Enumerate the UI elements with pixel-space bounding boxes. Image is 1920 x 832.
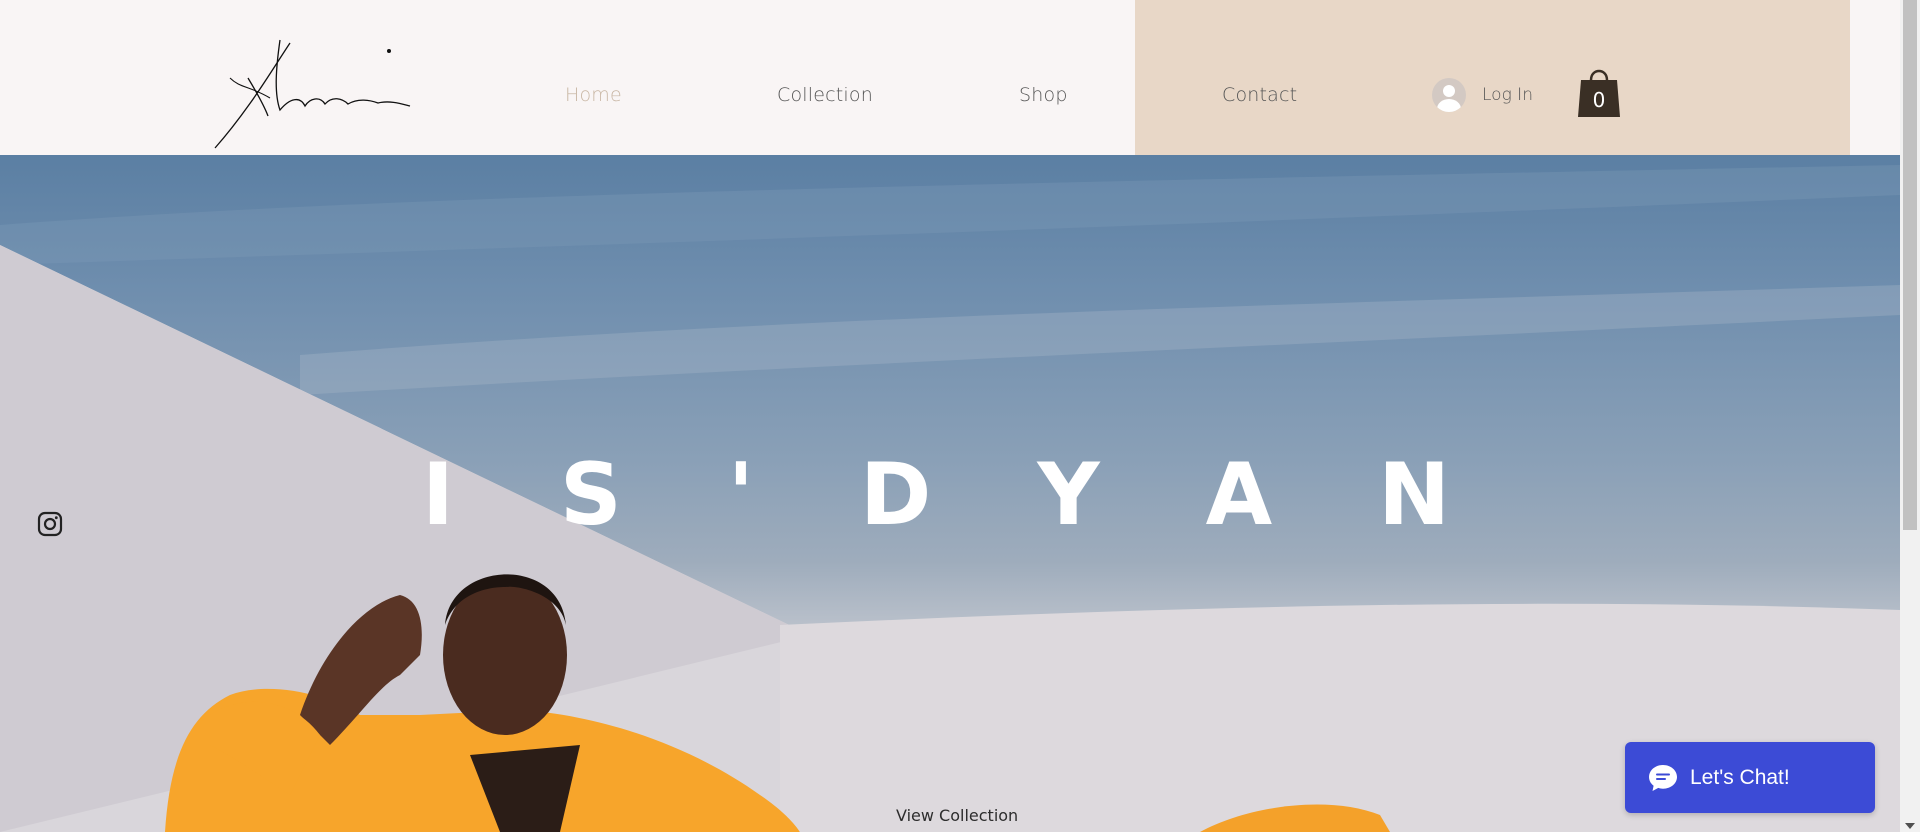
nav-contact[interactable]: Contact <box>1222 84 1297 106</box>
site-header: Home Collection Shop Contact Log In 0 <box>0 0 1900 155</box>
login-label: Log In <box>1482 85 1533 105</box>
user-avatar-icon <box>1432 78 1466 112</box>
hero-section: I S ' D Y A N View Collection <box>0 155 1900 832</box>
chat-bubble-icon <box>1649 764 1677 791</box>
nav-shop[interactable]: Shop <box>1019 84 1068 106</box>
signature-logo[interactable] <box>210 38 415 153</box>
scroll-down-arrow-icon[interactable] <box>1905 823 1915 829</box>
chat-button[interactable]: Let's Chat! <box>1625 742 1875 813</box>
nav-home[interactable]: Home <box>565 84 622 106</box>
hero-title: I S ' D Y A N <box>421 445 1489 545</box>
login-button[interactable]: Log In <box>1432 78 1533 112</box>
nav-collection[interactable]: Collection <box>777 84 873 106</box>
cart-count: 0 <box>1592 88 1606 112</box>
instagram-icon[interactable] <box>37 511 63 537</box>
chat-label: Let's Chat! <box>1690 765 1790 789</box>
page-scrollbar[interactable] <box>1900 0 1920 832</box>
scrollbar-thumb[interactable] <box>1903 0 1917 530</box>
cart-button[interactable]: 0 <box>1577 64 1621 118</box>
view-collection-link[interactable]: View Collection <box>896 806 1018 825</box>
